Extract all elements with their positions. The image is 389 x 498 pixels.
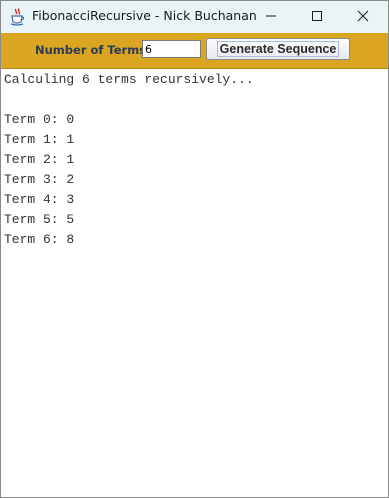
controls-panel: Number of Terms: Generate Sequence [1, 33, 388, 69]
number-of-terms-input[interactable] [142, 40, 201, 58]
output-line: Term 6: 8 [4, 232, 75, 247]
output-line: Calculing 6 terms recursively... [4, 72, 254, 87]
close-icon [357, 7, 369, 26]
java-cup-icon [10, 8, 26, 26]
minimize-icon [265, 7, 277, 26]
maximize-icon [311, 7, 323, 26]
maximize-button[interactable] [294, 1, 340, 32]
title-bar[interactable]: FibonacciRecursive - Nick Buchanan [1, 1, 388, 33]
output-line: Term 3: 2 [4, 172, 75, 187]
close-button[interactable] [340, 1, 386, 32]
generate-sequence-button[interactable]: Generate Sequence [206, 38, 350, 60]
output-line: Term 1: 1 [4, 132, 75, 147]
number-of-terms-label: Number of Terms: [35, 43, 151, 57]
output-line: Term 4: 3 [4, 192, 75, 207]
window-title: FibonacciRecursive - Nick Buchanan [32, 8, 257, 23]
output-text-area[interactable]: Calculing 6 terms recursively... Term 0:… [1, 69, 388, 497]
output-line: Term 2: 1 [4, 152, 75, 167]
output-line: Term 0: 0 [4, 112, 75, 127]
generate-sequence-label: Generate Sequence [216, 41, 340, 57]
app-window: FibonacciRecursive - Nick Buchanan Numbe… [0, 0, 389, 498]
minimize-button[interactable] [248, 1, 294, 32]
output-line: Term 5: 5 [4, 212, 75, 227]
